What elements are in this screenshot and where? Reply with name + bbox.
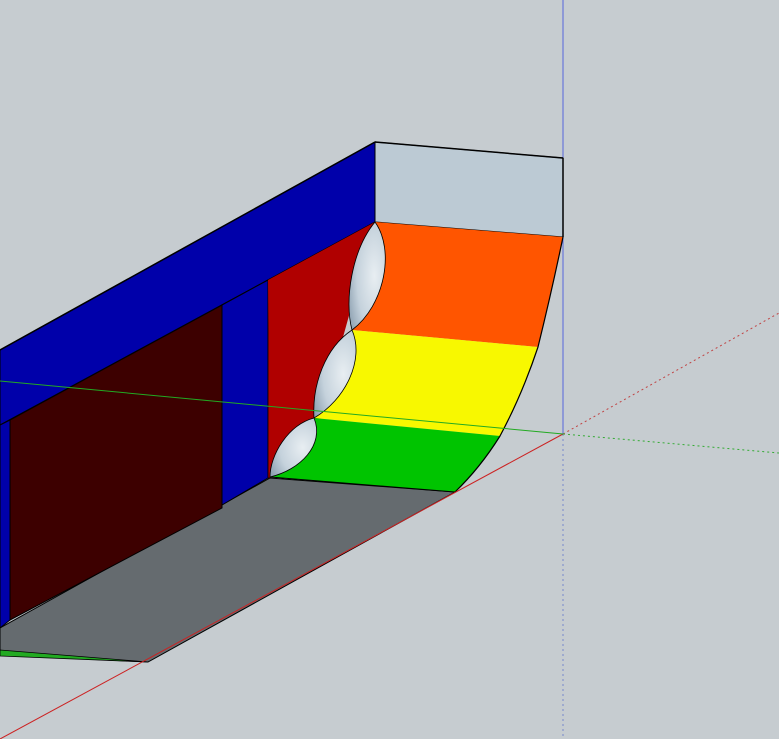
green-axis-dotted-line bbox=[562, 433, 779, 454]
axes-back bbox=[562, 0, 779, 739]
left-inner-strip[interactable] bbox=[0, 419, 11, 629]
modeling-viewport[interactable] bbox=[0, 0, 779, 739]
red-axis-dotted-line bbox=[562, 312, 779, 435]
gutter-model[interactable] bbox=[0, 141, 564, 663]
middle-divider[interactable] bbox=[221, 279, 269, 506]
